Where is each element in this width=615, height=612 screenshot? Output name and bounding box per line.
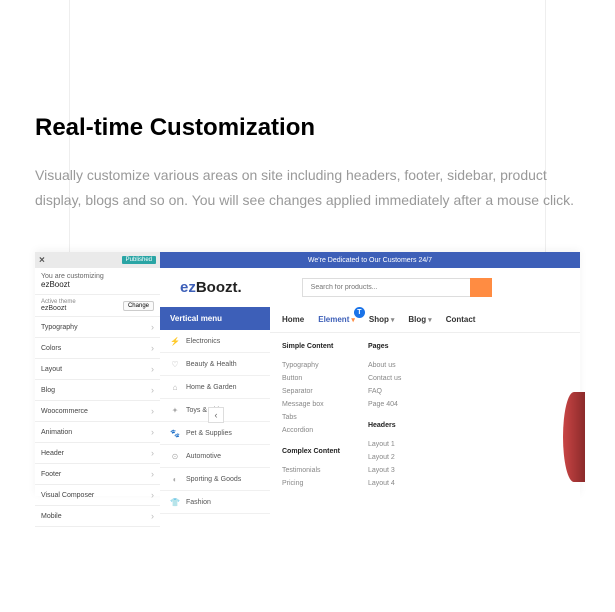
collapse-button[interactable]: ‹ bbox=[208, 407, 224, 423]
customizing-label: You are customizing bbox=[41, 273, 154, 280]
nav-blog[interactable]: Blog▾ bbox=[408, 315, 431, 324]
dropdown-item[interactable]: Layout 3 bbox=[368, 464, 401, 477]
dropdown-item[interactable]: Layout 1 bbox=[368, 438, 401, 451]
dropdown-item[interactable]: Accordion bbox=[282, 424, 340, 437]
vertical-menu-item[interactable]: ⌂Home & Garden bbox=[160, 376, 270, 399]
dd-title-headers: Headers bbox=[368, 422, 401, 429]
category-icon: ⌂ bbox=[170, 382, 180, 392]
dropdown-item[interactable]: Contact us bbox=[368, 372, 401, 385]
active-theme-row: Active theme ezBoozt Change bbox=[35, 294, 160, 317]
panel-item[interactable]: Typography› bbox=[35, 317, 160, 338]
nav-home[interactable]: Home bbox=[282, 315, 304, 324]
brand-logo[interactable]: ezBoozt. bbox=[180, 279, 242, 296]
category-icon: ⚡ bbox=[170, 336, 180, 346]
search-wrap bbox=[302, 278, 492, 297]
vertical-menu-item[interactable]: 🐾Pet & Supplies bbox=[160, 422, 270, 445]
close-icon[interactable]: × bbox=[39, 255, 45, 266]
publish-badge[interactable]: Published bbox=[122, 256, 156, 264]
vertical-menu-item[interactable]: ♡Beauty & Health bbox=[160, 353, 270, 376]
announcement-bar: We're Dedicated to Our Customers 24/7 bbox=[160, 252, 580, 268]
vertical-menu-item[interactable]: ⊙Automotive bbox=[160, 445, 270, 468]
section-heading: Real-time Customization bbox=[35, 114, 315, 142]
main-nav: Home Element▾ T Shop▾ Blog▾ Contact Simp… bbox=[270, 307, 580, 514]
vertical-menu-header[interactable]: Vertical menu bbox=[160, 307, 270, 330]
brand-prefix: ez bbox=[180, 279, 196, 296]
dropdown-item[interactable]: Tabs bbox=[282, 411, 340, 424]
chevron-right-icon: › bbox=[151, 406, 154, 416]
dropdown-item[interactable]: Button bbox=[282, 372, 340, 385]
customizer-header: × Published bbox=[35, 252, 160, 268]
vertical-menu-item[interactable]: ⚡Electronics bbox=[160, 330, 270, 353]
dropdown-item[interactable]: Separator bbox=[282, 385, 340, 398]
panel-item[interactable]: Header› bbox=[35, 443, 160, 464]
dropdown-item[interactable]: Layout 2 bbox=[368, 451, 401, 464]
dropdown-item[interactable]: Typography bbox=[282, 359, 340, 372]
panel-item[interactable]: Visual Composer› bbox=[35, 485, 160, 506]
category-icon: ✦ bbox=[170, 405, 180, 415]
search-input[interactable] bbox=[302, 278, 470, 297]
search-button[interactable] bbox=[470, 278, 492, 297]
dd-title-pages: Pages bbox=[368, 343, 401, 350]
section-description: Visually customize various areas on site… bbox=[35, 163, 580, 213]
dropdown-item[interactable]: Message box bbox=[282, 398, 340, 411]
preview-area: ‹ We're Dedicated to Our Customers 24/7 … bbox=[160, 252, 580, 496]
chevron-down-icon: ▾ bbox=[351, 317, 355, 324]
brand-row: ezBoozt. bbox=[160, 268, 580, 307]
category-icon: ◐ bbox=[170, 474, 180, 484]
nav-element[interactable]: Element▾ T bbox=[318, 315, 355, 324]
chevron-right-icon: › bbox=[151, 490, 154, 500]
dropdown-item[interactable]: About us bbox=[368, 359, 401, 372]
chevron-right-icon: › bbox=[151, 448, 154, 458]
panel-item[interactable]: Mobile› bbox=[35, 506, 160, 527]
panel-item[interactable]: Footer› bbox=[35, 464, 160, 485]
vertical-menu-item[interactable]: 👕Fashion bbox=[160, 491, 270, 514]
vertical-menu-item[interactable]: ◐Sporting & Goods bbox=[160, 468, 270, 491]
category-icon: ♡ bbox=[170, 359, 180, 369]
dd-title-complex: Complex Content bbox=[282, 448, 340, 455]
panel-item[interactable]: Colors› bbox=[35, 338, 160, 359]
customizer-screenshot: × Published You are customizing ezBoozt … bbox=[35, 252, 580, 496]
nav-links: Home Element▾ T Shop▾ Blog▾ Contact bbox=[270, 307, 580, 333]
cursor-indicator-icon: T bbox=[354, 307, 365, 318]
site-name: ezBoozt bbox=[41, 280, 154, 289]
panel-item[interactable]: Woocommerce› bbox=[35, 401, 160, 422]
change-theme-button[interactable]: Change bbox=[123, 301, 154, 311]
panel-item[interactable]: Blog› bbox=[35, 380, 160, 401]
chevron-down-icon: ▾ bbox=[391, 317, 395, 324]
dropdown-col-simple: Simple Content TypographyButtonSeparator… bbox=[282, 343, 340, 493]
dropdown-item[interactable]: Testimonials bbox=[282, 464, 340, 477]
panel-item[interactable]: Animation› bbox=[35, 422, 160, 443]
customizing-info: You are customizing ezBoozt bbox=[35, 268, 160, 294]
chevron-right-icon: › bbox=[151, 511, 154, 521]
chevron-right-icon: › bbox=[151, 322, 154, 332]
brand-suffix: Boozt bbox=[196, 279, 238, 296]
chevron-right-icon: › bbox=[151, 469, 154, 479]
nav-contact[interactable]: Contact bbox=[446, 315, 476, 324]
panel-item[interactable]: Layout› bbox=[35, 359, 160, 380]
dropdown-item[interactable]: FAQ bbox=[368, 385, 401, 398]
chevron-down-icon: ▾ bbox=[428, 317, 432, 324]
theme-name: ezBoozt bbox=[41, 305, 76, 312]
category-icon: ⊙ bbox=[170, 451, 180, 461]
chevron-right-icon: › bbox=[151, 385, 154, 395]
customizer-sidebar: × Published You are customizing ezBoozt … bbox=[35, 252, 160, 496]
dropdown-item[interactable]: Page 404 bbox=[368, 398, 401, 411]
chevron-right-icon: › bbox=[151, 343, 154, 353]
dropdown-item[interactable]: Pricing bbox=[282, 477, 340, 490]
chevron-right-icon: › bbox=[151, 427, 154, 437]
chevron-right-icon: › bbox=[151, 364, 154, 374]
nav-shop[interactable]: Shop▾ bbox=[369, 315, 395, 324]
dropdown-item[interactable]: Layout 4 bbox=[368, 477, 401, 490]
dd-title-simple: Simple Content bbox=[282, 343, 340, 350]
category-icon: 👕 bbox=[170, 497, 180, 507]
product-preview-edge bbox=[563, 392, 585, 482]
dropdown-col-pages: Pages About usContact usFAQPage 404 Head… bbox=[368, 343, 401, 493]
mega-dropdown: Simple Content TypographyButtonSeparator… bbox=[270, 333, 580, 503]
category-icon: 🐾 bbox=[170, 428, 180, 438]
